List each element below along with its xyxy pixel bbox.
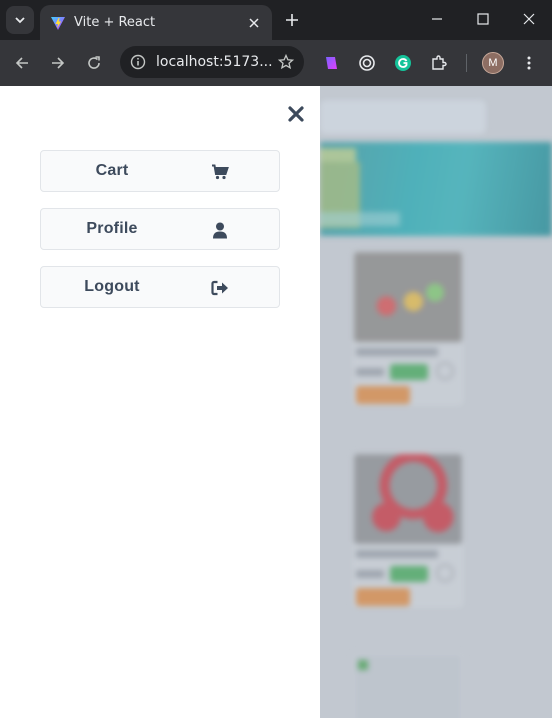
maximize-button[interactable] — [460, 0, 506, 38]
maximize-icon — [477, 13, 489, 25]
sign-out-icon — [211, 279, 229, 297]
drawer-close-button[interactable] — [284, 102, 308, 126]
minimize-icon — [432, 18, 442, 20]
profile-avatar[interactable]: M — [482, 52, 504, 74]
cart-icon — [211, 163, 229, 181]
more-vertical-icon — [527, 56, 531, 70]
url-text: localhost:5173... — [156, 54, 273, 70]
puzzle-icon[interactable] — [428, 52, 450, 74]
side-drawer: Cart Profile Logout — [0, 86, 320, 718]
new-tab-button[interactable] — [280, 8, 304, 32]
logout-button[interactable]: Logout — [40, 266, 280, 308]
user-icon — [211, 221, 229, 239]
minimize-button[interactable] — [414, 0, 460, 38]
clipboard-extension-icon[interactable] — [320, 52, 342, 74]
profile-label: Profile — [86, 220, 138, 237]
reload-button[interactable] — [80, 49, 108, 77]
site-info-icon[interactable] — [128, 52, 148, 72]
plus-icon — [286, 14, 298, 26]
tab-close-button[interactable] — [244, 13, 264, 33]
chevron-down-icon — [15, 17, 25, 24]
cart-label: Cart — [95, 162, 129, 179]
grammarly-icon[interactable] — [392, 52, 414, 74]
back-button[interactable] — [8, 49, 36, 77]
page-viewport: Cart Profile Logout — [0, 86, 552, 718]
forward-button[interactable] — [44, 49, 72, 77]
tab-search-button[interactable] — [6, 6, 34, 34]
reload-icon — [88, 56, 100, 69]
arrow-right-icon — [52, 57, 65, 69]
vite-logo-icon — [50, 15, 66, 31]
cart-button[interactable]: Cart — [40, 150, 280, 192]
tab-title: Vite + React — [74, 15, 156, 30]
drawer-backdrop[interactable] — [320, 86, 552, 718]
circle-extension-icon[interactable] — [356, 52, 378, 74]
browser-tab[interactable]: Vite + React — [40, 5, 272, 40]
close-icon — [249, 17, 259, 28]
background-page — [320, 86, 552, 718]
bookmark-star-icon[interactable] — [276, 52, 296, 72]
browser-menu-button[interactable] — [515, 49, 543, 77]
address-bar[interactable]: localhost:5173... — [120, 46, 304, 78]
profile-button[interactable]: Profile — [40, 208, 280, 250]
close-icon — [288, 106, 304, 122]
logout-label: Logout — [84, 278, 140, 295]
browser-tab-strip: Vite + React — [0, 0, 552, 40]
window-close-button[interactable] — [506, 0, 552, 38]
close-icon — [523, 13, 535, 25]
toolbar-separator — [466, 54, 467, 72]
arrow-left-icon — [15, 57, 28, 69]
browser-toolbar: localhost:5173... M — [0, 40, 552, 86]
